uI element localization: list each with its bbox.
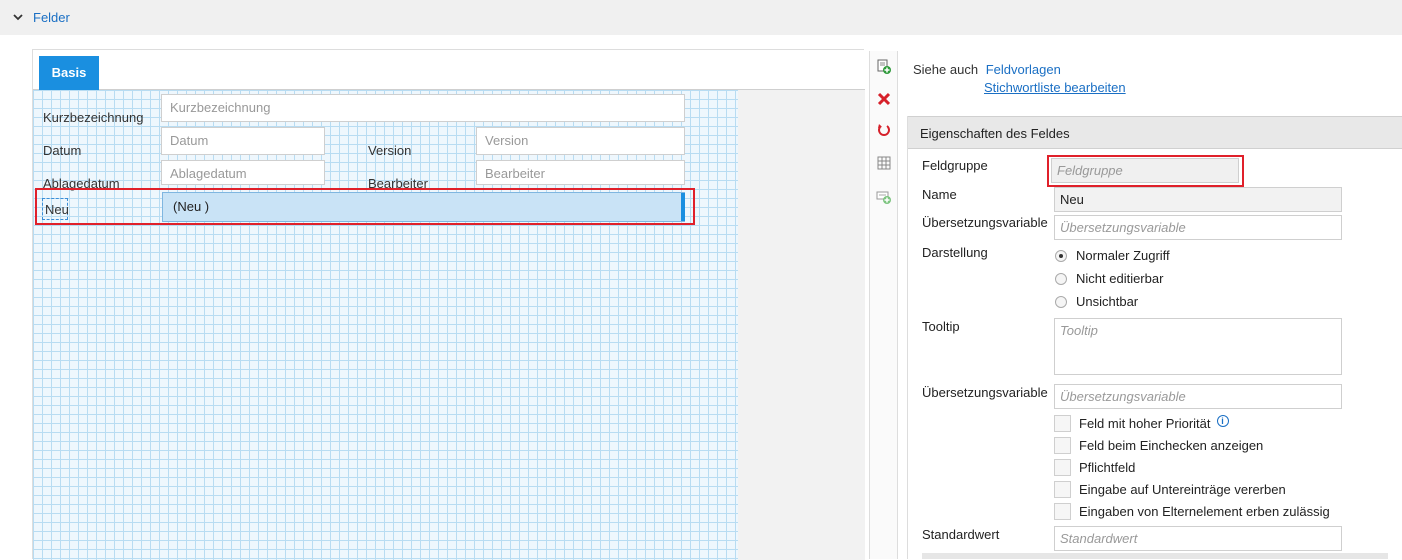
add-row-icon xyxy=(876,191,891,204)
field-neu-value: (Neu ) xyxy=(173,199,210,214)
checkbox-box xyxy=(1054,415,1071,432)
radio-normaler-zugriff[interactable]: Normaler Zugriff xyxy=(1055,248,1170,263)
field-properties-panel: Eigenschaften des Feldes Feldgruppe Feld… xyxy=(907,116,1402,559)
checkbox-box xyxy=(1054,481,1071,498)
designer-toolbar xyxy=(869,51,898,559)
add-row-button[interactable] xyxy=(872,184,896,210)
checkbox-label-vererben: Eingabe auf Untereinträge vererben xyxy=(1079,482,1286,497)
label-neu: Neu xyxy=(45,202,69,217)
label-datum: Datum xyxy=(43,143,82,158)
design-grid[interactable]: Kurzbezeichnung Kurzbezeichnung Datum Da… xyxy=(33,90,738,560)
label-uebersetzungsvariable-1: Übersetzungsvariable xyxy=(922,215,1048,230)
field-bearbeiter[interactable]: Bearbeiter xyxy=(476,160,685,185)
field-neu-selected[interactable]: (Neu ) xyxy=(162,192,685,222)
tab-bar: Basis xyxy=(33,50,865,90)
checkbox-elternelement-erben[interactable]: Eingaben von Elternelement erben zulässi… xyxy=(1054,503,1330,520)
resize-handle[interactable] xyxy=(681,193,685,221)
see-also: Siehe auch Feldvorlagen xyxy=(913,62,1061,77)
add-field-icon xyxy=(877,59,891,74)
delete-icon xyxy=(877,92,891,106)
delete-field-button[interactable] xyxy=(872,86,896,112)
checkbox-einchecken-anzeigen[interactable]: Feld beim Einchecken anzeigen xyxy=(1054,437,1263,454)
reset-button[interactable] xyxy=(872,117,896,143)
tooltip-textarea[interactable]: Tooltip xyxy=(1054,318,1342,375)
field-datum[interactable]: Datum xyxy=(161,127,325,155)
feldgruppe-highlight xyxy=(1047,155,1244,187)
field-ablagedatum[interactable]: Ablagedatum xyxy=(161,160,325,185)
radio-unsichtbar[interactable]: Unsichtbar xyxy=(1055,294,1138,309)
see-also-label: Siehe auch xyxy=(913,62,979,77)
checkbox-box xyxy=(1054,503,1071,520)
link-feldvorlagen[interactable]: Feldvorlagen xyxy=(986,62,1061,77)
label-uebersetzungsvariable-2: Übersetzungsvariable xyxy=(922,385,1048,400)
reset-icon xyxy=(878,124,890,136)
form-designer: Basis Kurzbezeichnung Kurzbezeichnung Da… xyxy=(32,49,865,560)
checkbox-box xyxy=(1054,437,1071,454)
chevron-down-icon xyxy=(13,14,23,21)
radio-nicht-editierbar[interactable]: Nicht editierbar xyxy=(1055,271,1163,286)
radio-label-nicht-editierbar: Nicht editierbar xyxy=(1076,271,1164,286)
grid-icon xyxy=(877,156,891,170)
radio-dot xyxy=(1055,295,1067,308)
checkbox-label-pflichtfeld: Pflichtfeld xyxy=(1079,460,1136,475)
add-field-button[interactable] xyxy=(872,54,896,80)
section-title: Felder xyxy=(33,10,70,25)
field-kurzbezeichnung[interactable]: Kurzbezeichnung xyxy=(161,94,685,122)
checkbox-untereintraege-vererben[interactable]: Eingabe auf Untereinträge vererben xyxy=(1054,481,1286,498)
radio-label-unsichtbar: Unsichtbar xyxy=(1076,294,1139,309)
label-tooltip: Tooltip xyxy=(922,319,960,334)
field-version[interactable]: Version xyxy=(476,127,685,155)
radio-label-normaler-zugriff: Normaler Zugriff xyxy=(1076,248,1170,263)
tab-basis[interactable]: Basis xyxy=(39,56,99,90)
info-icon[interactable]: i xyxy=(1216,414,1229,427)
label-name: Name xyxy=(922,187,957,202)
checkbox-box xyxy=(1054,459,1071,476)
label-kurzbezeichnung: Kurzbezeichnung xyxy=(43,110,144,125)
label-version: Version xyxy=(368,143,412,158)
uebersetzungsvariable-input-1[interactable]: Übersetzungsvariable xyxy=(1054,215,1342,240)
label-feldgruppe: Feldgruppe xyxy=(922,158,988,173)
link-stichwortliste[interactable]: Stichwortliste bearbeiten xyxy=(984,80,1126,95)
name-input[interactable]: Neu xyxy=(1054,187,1342,212)
checkbox-label-hohe-prioritaet: Feld mit hoher Priorität xyxy=(1079,416,1211,431)
grid-toggle-button[interactable] xyxy=(872,150,896,176)
label-darstellung: Darstellung xyxy=(922,245,988,260)
standardwert-input[interactable]: Standardwert xyxy=(1054,526,1342,551)
designer-side-area xyxy=(738,90,865,560)
label-standardwert: Standardwert xyxy=(922,527,1000,542)
section-header-felder[interactable]: Felder xyxy=(0,0,1402,35)
radio-dot-selected xyxy=(1055,249,1067,262)
radio-dot xyxy=(1055,272,1067,285)
checkbox-label-elternelement: Eingaben von Elternelement erben zulässi… xyxy=(1079,504,1330,519)
properties-header: Eigenschaften des Feldes xyxy=(908,116,1402,149)
panel-bottom-strip xyxy=(922,553,1388,559)
checkbox-pflichtfeld[interactable]: Pflichtfeld xyxy=(1054,459,1135,476)
checkbox-hohe-prioritaet[interactable]: Feld mit hoher Priorität i xyxy=(1054,414,1229,432)
uebersetzungsvariable-input-2[interactable]: Übersetzungsvariable xyxy=(1054,384,1342,409)
checkbox-label-einchecken: Feld beim Einchecken anzeigen xyxy=(1079,438,1264,453)
